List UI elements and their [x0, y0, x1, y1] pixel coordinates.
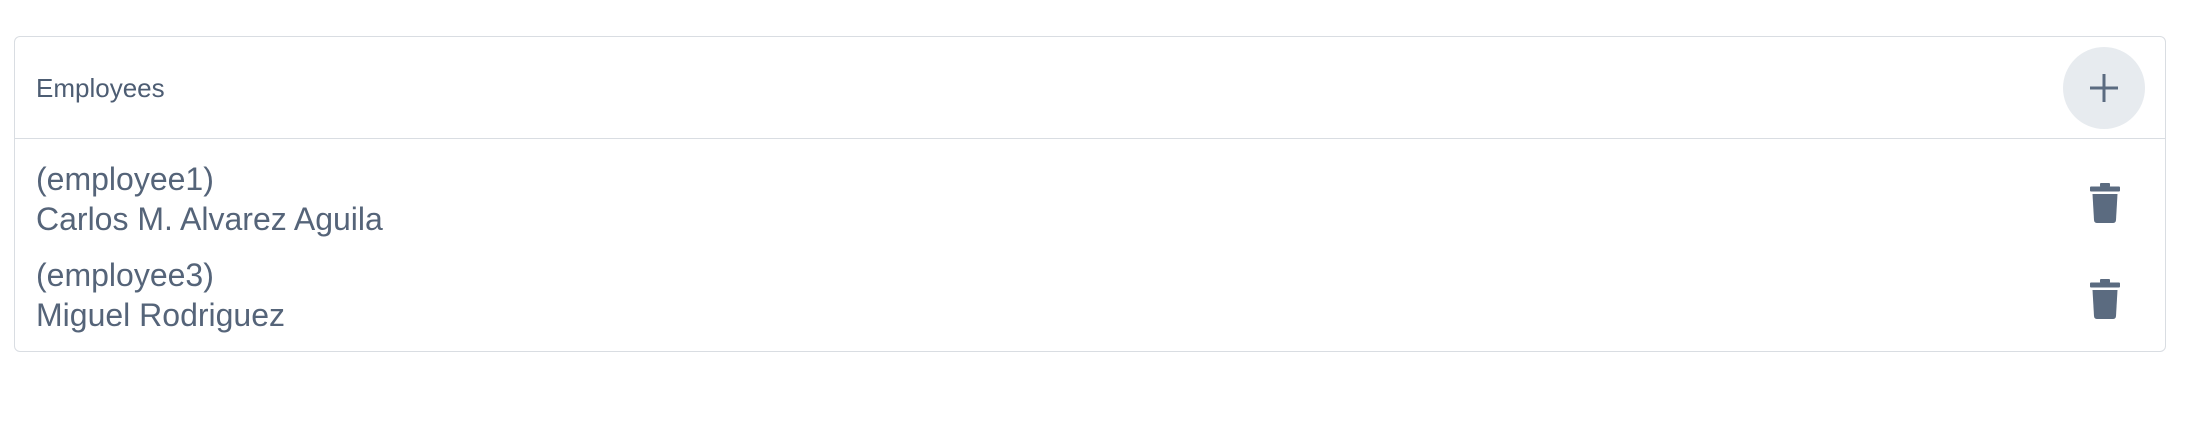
employees-panel: Employees (employee1) Carlos M. Alvarez …	[14, 36, 2166, 352]
employee-name: Miguel Rodriguez	[36, 297, 286, 333]
add-employee-button[interactable]	[2063, 47, 2145, 129]
employee-id: (employee1)	[36, 161, 214, 197]
trash-icon	[2090, 183, 2120, 223]
list-item: (employee1) Carlos M. Alvarez Aguila	[15, 159, 2165, 255]
employee-id: (employee3)	[36, 257, 214, 293]
plus-icon	[2090, 74, 2118, 102]
delete-employee-button[interactable]	[2083, 177, 2127, 229]
employee-name: Carlos M. Alvarez Aguila	[36, 201, 383, 237]
list-item: (employee3) Miguel Rodriguez	[15, 255, 2165, 351]
panel-header: Employees	[15, 37, 2165, 139]
trash-icon	[2090, 279, 2120, 319]
delete-employee-button[interactable]	[2083, 273, 2127, 325]
employee-info: (employee1) Carlos M. Alvarez Aguila	[36, 159, 383, 239]
employee-info: (employee3) Miguel Rodriguez	[36, 255, 285, 335]
panel-title: Employees	[36, 73, 165, 103]
